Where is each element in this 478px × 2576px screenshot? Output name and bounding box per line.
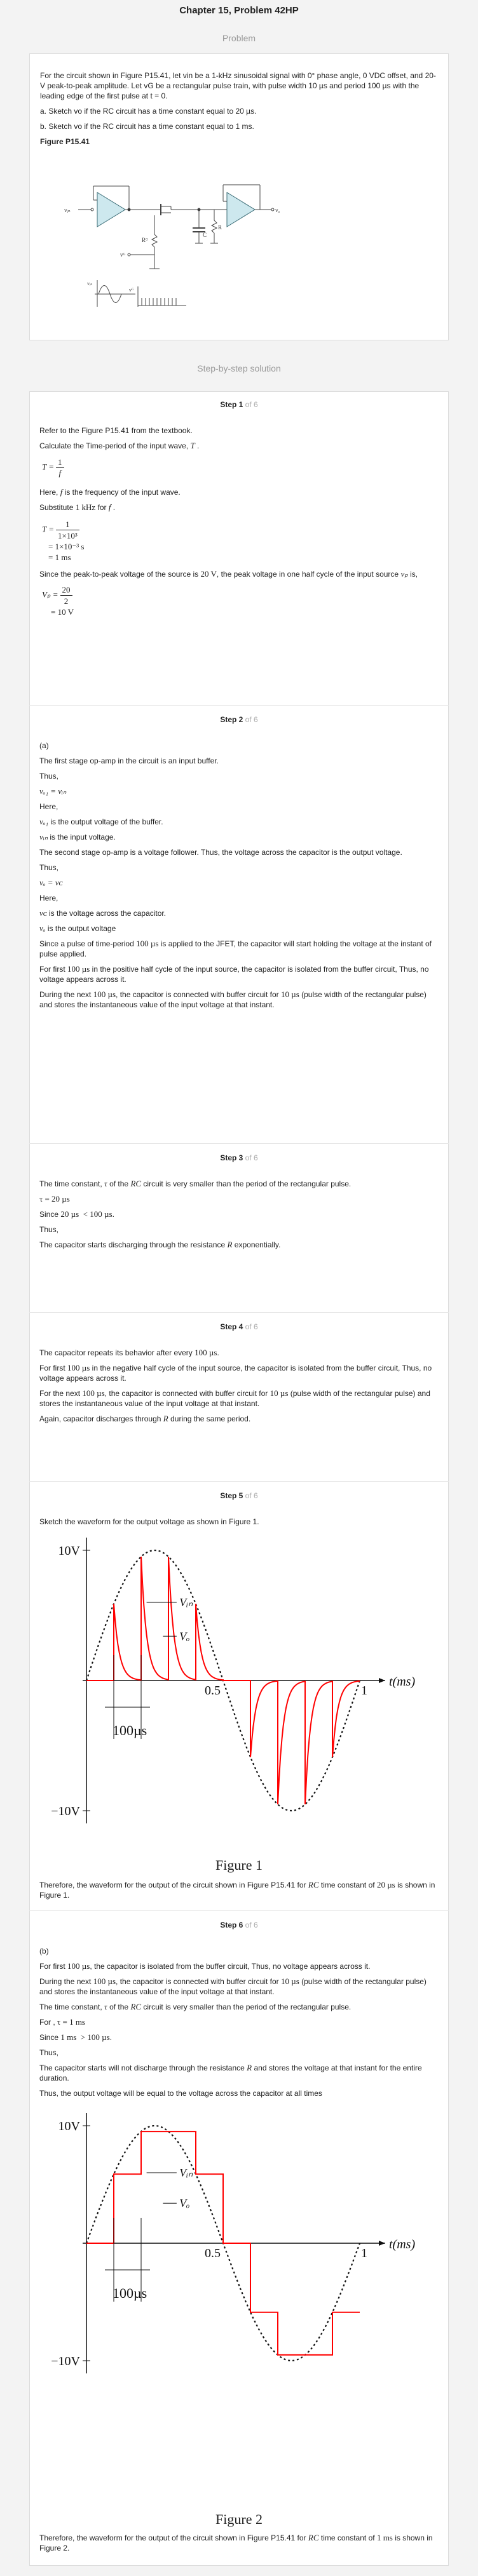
step-text: The second stage op-amp is a voltage fol… [39, 848, 402, 857]
step-text: Therefore, the waveform for the output o… [39, 1880, 435, 1900]
x-axis-label: t(ms) [389, 1675, 415, 1689]
step-text: Thus, the output voltage will be equal t… [39, 2089, 322, 2098]
step-text: For the next 100 µs, the capacitor is co… [39, 1388, 430, 1408]
vin-label: Vᵢₙ [179, 1596, 193, 1609]
step-text: vₒ₁ is the output voltage of the buffer. [39, 817, 163, 826]
step-text: Thus, [39, 863, 59, 872]
problem-card: For the circuit shown in Figure P15.41, … [29, 53, 449, 340]
step-text: During the next 100 µs, the capacitor is… [39, 989, 427, 1009]
figure-1-graph: 10V −10V 0.5 1 t(ms) Vᵢₙ Vₒ 100µs [51, 1538, 415, 1823]
step-text: For , τ = 1 ms [39, 2017, 85, 2027]
step-text: Thus, [39, 1225, 59, 1234]
step-text: vᵢₙ is the input voltage. [39, 832, 116, 842]
circuit-r-label: R [218, 224, 222, 231]
vo-label: Vₒ [179, 2197, 189, 2210]
step-text: Substitute 1 kHz for f . [39, 502, 116, 512]
x-axis-arrow [379, 2241, 385, 2246]
figure-2-caption: Figure 2 [215, 2511, 263, 2527]
step-1: Step 1 of 6 Refer to the Figure P15.41 f… [29, 391, 449, 617]
step-text: Since 20 µs < 100 µs. [39, 1209, 114, 1219]
step-text: Thus, [39, 772, 59, 781]
problem-part-b: b. Sketch vo if the RC circuit has a tim… [40, 122, 254, 131]
step-text: For first 100 µs, the capacitor is isola… [39, 1961, 371, 1971]
dt-label: 100µs [113, 1722, 147, 1738]
step-text: During the next 100 µs, the capacitor is… [39, 1976, 427, 1996]
circuit-wave-label-vg: vᴳ [129, 287, 134, 293]
step-header: Step 1 of 6 [220, 400, 258, 409]
problem-label: Problem [222, 33, 256, 43]
step-text: Since the peak-to-peak voltage of the so… [39, 569, 418, 579]
step-text: (a) [39, 741, 49, 750]
x-tick-label: 1 [361, 1684, 367, 1698]
equation: vₒ₁ = vᵢₙ [39, 786, 67, 796]
equation: T = 1 1×10³ = 1×10⁻³ s = 1 ms [42, 520, 85, 562]
equation: T = 1 f [42, 457, 439, 478]
step-text: (b) [39, 1947, 49, 1955]
problem-text: For the circuit shown in Figure P15.41, … [40, 71, 436, 100]
step-text: Here, f is the frequency of the input wa… [39, 487, 181, 497]
step-header: Step 4 of 6 [220, 1322, 258, 1331]
step-text: The time constant, τ of the RC circuit i… [39, 2002, 352, 2011]
figure-label: Figure P15.41 [40, 137, 90, 146]
equation: τ = 20 µs [39, 1194, 70, 1204]
circuit-c-label: C [203, 232, 207, 238]
step-text: Therefore, the waveform for the output o… [39, 2533, 433, 2553]
step-6: Step 6 of 6 (b) For first 100 µs, the ca… [29, 1912, 449, 2553]
equation: vₒ = vᴄ [39, 878, 63, 887]
y-min-label: −10V [51, 2354, 80, 2368]
step-header: Step 3 of 6 [220, 1153, 258, 1162]
step-text: The capacitor starts discharging through… [39, 1240, 281, 1249]
circuit-vin-label: vᵢₙ [64, 207, 71, 213]
step-text: vᴄ is the voltage across the capacitor. [39, 908, 167, 918]
step-text: Since a pulse of time-period 100 µs is a… [39, 939, 432, 958]
circuit-rg-label: Rᴳ [142, 237, 148, 243]
x-axis-label: t(ms) [389, 2237, 415, 2251]
step-text: Thus, [39, 2048, 59, 2057]
step-header: Step 5 of 6 [220, 1491, 258, 1500]
step-text: Again, capacitor discharges through R du… [39, 1414, 251, 1423]
step-text: Calculate the Time-period of the input w… [39, 441, 200, 450]
x-tick-label: 0.5 [205, 1684, 221, 1698]
step-2: Step 2 of 6 (a) The first stage op-amp i… [29, 706, 449, 1015]
y-max-label: 10V [58, 2119, 81, 2133]
dt-label: 100µs [113, 2285, 147, 2301]
vin-label: Vᵢₙ [179, 2166, 193, 2179]
page-title: Chapter 15, Problem 42HP [179, 5, 299, 16]
figure-1-caption: Figure 1 [215, 1857, 263, 1873]
step-text: Refer to the Figure P15.41 from the text… [39, 426, 193, 435]
step-5: Step 5 of 6 Sketch the waveform for the … [29, 1482, 449, 1900]
step-text: The capacitor repeats its behavior after… [39, 1348, 219, 1357]
figure-2-graph: 10V −10V 0.5 1 t(ms) Vᵢₙ Vₒ 100µs [51, 2113, 415, 2373]
circuit-vo-label: vₒ [275, 207, 280, 213]
x-tick-label: 1 [361, 2246, 367, 2260]
step-text: The capacitor starts will not discharge … [39, 2063, 422, 2083]
circuit-diagram: vᵢₙ vₒ Rᴳ vᴳ C R vᵢₙ vᴳ [64, 184, 280, 307]
step-3: Step 3 of 6 The time constant, τ of the … [29, 1144, 449, 1255]
step-text: For first 100 µs in the negative half cy… [39, 1363, 432, 1383]
circuit-vg-label: vᴳ [120, 252, 126, 258]
step-text: Here, [39, 894, 58, 902]
y-min-label: −10V [51, 1804, 80, 1818]
step-header: Step 2 of 6 [220, 715, 258, 724]
step-text: Since 1 ms > 100 µs. [39, 2032, 113, 2042]
step-4: Step 4 of 6 The capacitor repeats its be… [29, 1313, 449, 1429]
x-axis-arrow [379, 1678, 385, 1683]
equation: Vₚ = 20 2 = 10 V [42, 585, 74, 617]
circuit-wave-label-vin: vᵢₙ [87, 281, 93, 286]
x-tick-label: 0.5 [205, 2246, 221, 2260]
step-text: For first 100 µs in the positive half cy… [39, 964, 429, 984]
step-header: Step 6 of 6 [220, 1921, 258, 1929]
step-text: The first stage op-amp in the circuit is… [39, 756, 219, 765]
step-text: The time constant, τ of the RC circuit i… [39, 1179, 352, 1188]
step-text: vₒ is the output voltage [39, 923, 116, 933]
vo-label: Vₒ [179, 1630, 189, 1642]
step-text: Here, [39, 802, 58, 811]
y-max-label: 10V [58, 1544, 81, 1558]
solution-label: Step-by-step solution [197, 363, 281, 373]
problem-part-a: a. Sketch vo if the RC circuit has a tim… [40, 107, 257, 116]
